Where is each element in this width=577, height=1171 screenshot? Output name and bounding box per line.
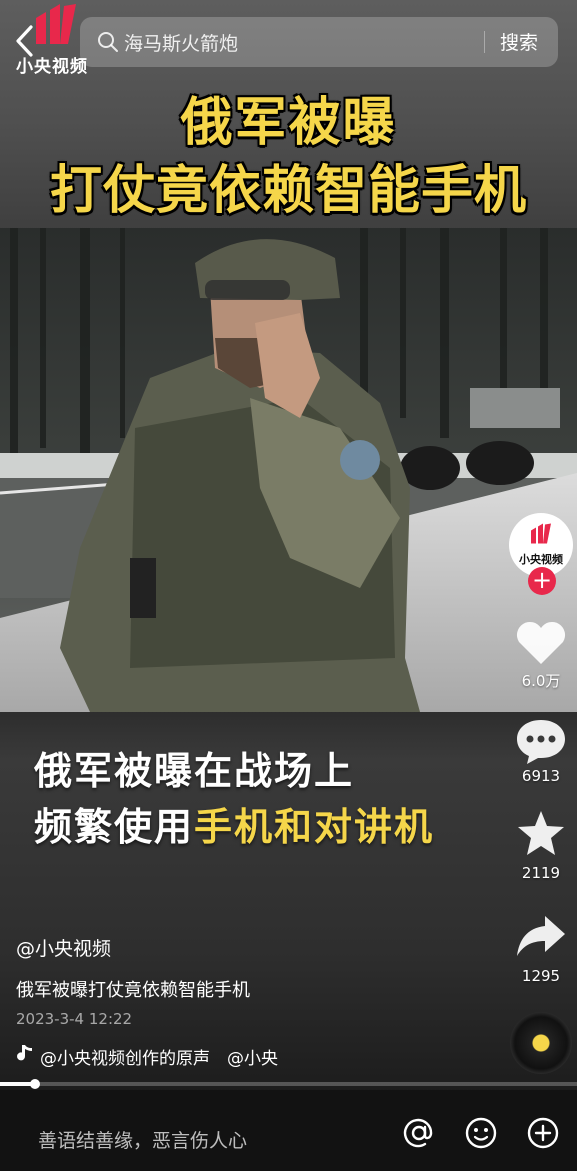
progress-track[interactable] xyxy=(0,1082,577,1086)
caption-highlight: 手机和对讲机 xyxy=(194,805,435,849)
music-disc-icon[interactable] xyxy=(510,1012,572,1074)
comment-icon xyxy=(517,720,565,764)
emoji-icon[interactable] xyxy=(464,1116,498,1150)
share-button[interactable] xyxy=(513,910,569,960)
like-button[interactable] xyxy=(513,618,569,668)
comment-count: 6913 xyxy=(521,767,561,785)
add-icon[interactable] xyxy=(526,1116,560,1150)
author-name[interactable]: @小央视频 xyxy=(16,934,111,961)
share-icon xyxy=(517,916,565,956)
music-note-icon xyxy=(17,1045,32,1061)
comment-input[interactable]: 善语结善缘，恶言伤人心 xyxy=(38,1126,247,1153)
music-info[interactable]: @小央视频创作的原声 @小央 xyxy=(40,1044,278,1069)
post-description: 俄军被曝打仗竟依赖智能手机 xyxy=(16,980,250,1001)
at-mention-icon[interactable] xyxy=(402,1116,436,1150)
heart-icon xyxy=(516,621,566,664)
search-divider xyxy=(484,31,485,53)
search-icon xyxy=(98,32,118,52)
share-count: 1295 xyxy=(521,967,561,985)
star-icon xyxy=(518,811,564,855)
back-button[interactable] xyxy=(14,22,46,62)
headline-line-2: 打仗竟依赖智能手机 xyxy=(49,161,527,221)
favorite-button[interactable] xyxy=(513,808,569,858)
caption-line-2: 频繁使用手机和对讲机 xyxy=(34,796,434,851)
favorite-count: 2119 xyxy=(521,864,561,882)
chevron-left-icon xyxy=(16,25,33,57)
follow-button[interactable]: + xyxy=(528,567,556,595)
soldier-video-scene xyxy=(0,228,577,712)
progress-thumb[interactable] xyxy=(29,1079,40,1089)
search-input[interactable]: 海马斯火箭炮 xyxy=(124,29,238,56)
search-button[interactable]: 搜索 xyxy=(500,28,538,55)
post-datetime: 2023-3-4 12:22 xyxy=(16,1010,133,1028)
caption-line-1: 俄军被曝在战场上 xyxy=(34,749,355,793)
like-count: 6.0万 xyxy=(521,672,561,690)
avatar-logo-icon xyxy=(531,523,551,544)
headline-line-1: 俄军被曝 xyxy=(180,93,397,153)
comment-button[interactable] xyxy=(513,716,569,766)
video-frame[interactable] xyxy=(0,228,577,712)
caption-prefix: 频繁使用 xyxy=(34,805,195,849)
avatar-label: 小央视频 xyxy=(519,553,563,566)
